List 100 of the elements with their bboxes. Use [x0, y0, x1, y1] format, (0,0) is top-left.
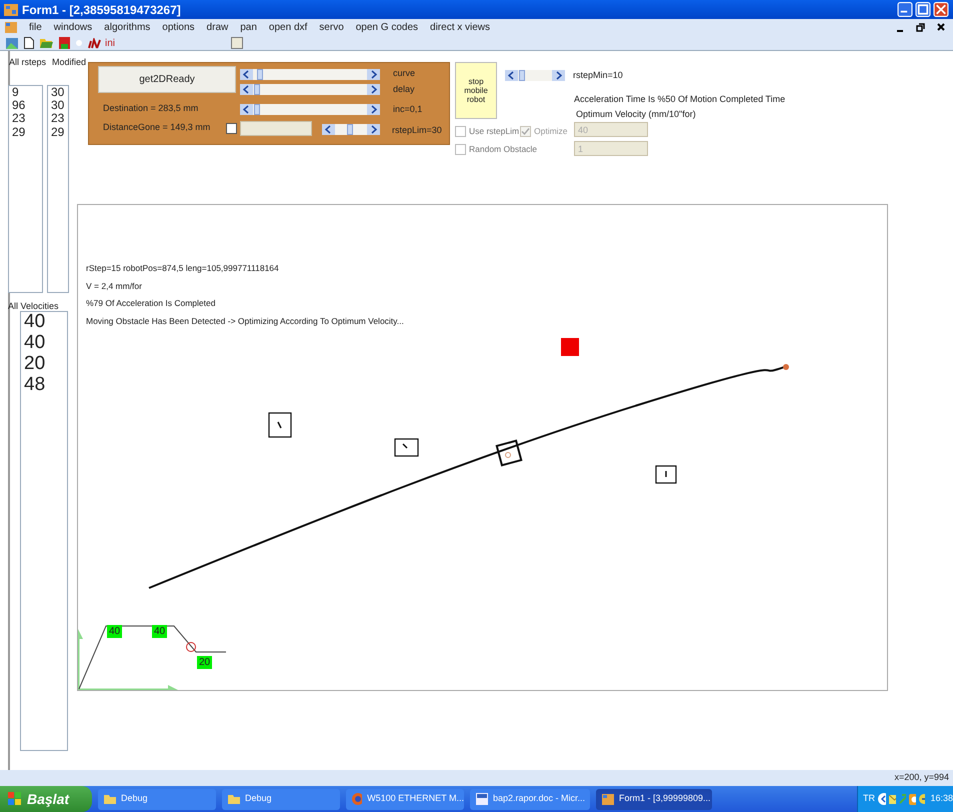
list-item[interactable]: 96	[12, 99, 42, 112]
list-item[interactable]: 23	[12, 112, 42, 126]
app-icon	[602, 794, 614, 804]
slider-label: curve	[393, 67, 416, 80]
list-item[interactable]: 9	[12, 86, 42, 100]
checkbox-label: Optimize	[534, 125, 568, 138]
list-item[interactable]: 48	[24, 374, 67, 396]
new-file-icon[interactable]	[24, 37, 34, 49]
maximize-button[interactable]	[915, 2, 931, 17]
list-label: All rsteps	[9, 56, 46, 69]
scrollbar[interactable]	[240, 84, 380, 95]
mail-icon[interactable]	[888, 794, 896, 804]
slider-label: inc=0,1	[393, 103, 422, 116]
list-item[interactable]: 29	[51, 126, 68, 139]
logo-icon[interactable]	[88, 38, 102, 48]
get-2d-ready-button[interactable]: get2DReady	[98, 66, 236, 93]
menu-item[interactable]: windows	[48, 20, 98, 35]
menu-item[interactable]: open G codes	[350, 20, 424, 35]
browser-icon	[352, 793, 362, 805]
taskbar-button[interactable]: Debug	[98, 788, 216, 810]
y-axis-arrow	[78, 629, 83, 690]
goal-point-icon	[783, 364, 789, 370]
menu-item[interactable]: servo	[313, 20, 350, 35]
checkbox[interactable]	[226, 123, 237, 134]
status-text: rStep=15 robotPos=874,5 leng=105,999771118164	[86, 262, 279, 275]
list-item[interactable]: 30	[51, 99, 68, 112]
velocity-label: Optimum Velocity (mm/10"for)	[576, 108, 696, 121]
status-text: Moving Obstacle Has Been Detected -> Optimizing According To Optimum Velocity...	[86, 314, 404, 328]
scroll-thumb[interactable]	[254, 104, 260, 115]
folder-icon[interactable]	[40, 38, 53, 48]
taskbar-button[interactable]: W5100 ETHERNET M...	[346, 788, 464, 810]
clock-text: 16:38	[930, 792, 953, 806]
menu-item[interactable]: options	[156, 20, 201, 35]
restore-icon[interactable]	[916, 22, 925, 32]
list-box[interactable]: 9 96 23 29	[8, 85, 43, 293]
close-button[interactable]	[933, 2, 949, 17]
menu-item[interactable]: file	[23, 20, 48, 35]
close-icon[interactable]	[937, 22, 945, 30]
windows-logo-icon	[8, 792, 22, 806]
obstacle-drawing	[394, 438, 419, 457]
marker-icon	[186, 642, 196, 652]
checkbox[interactable]	[455, 144, 466, 155]
tray-icon[interactable]	[908, 794, 916, 804]
menu-item[interactable]: open dxf	[262, 20, 314, 35]
velocity-label: 40	[152, 625, 168, 638]
dot-icon[interactable]	[76, 40, 82, 46]
checkbox[interactable]	[455, 126, 466, 137]
app-icon	[4, 4, 18, 16]
list-item[interactable]: 23	[51, 112, 68, 126]
list-item[interactable]: 29	[12, 126, 42, 139]
checkbox-label: Random Obstacle	[469, 143, 538, 156]
ini-button[interactable]: ini	[105, 36, 116, 50]
list-box[interactable]: 30 30 23 29	[47, 85, 69, 293]
minimize-button[interactable]	[897, 2, 913, 17]
scroll-thumb[interactable]	[257, 69, 264, 80]
velocity-label: 20	[197, 656, 212, 669]
stop-button[interactable]: stop mobile robot	[455, 62, 497, 119]
distance-gone-label: DistanceGone = 149,3 mm	[103, 121, 210, 134]
list-label: Modified	[52, 56, 86, 69]
window-title: Form1 - [2,38595819473267]	[22, 2, 181, 18]
image-icon[interactable]	[6, 38, 18, 48]
tray-icon[interactable]	[918, 794, 926, 804]
scrollbar[interactable]	[240, 104, 380, 115]
slider-label: delay	[393, 83, 415, 96]
text-field[interactable]	[240, 121, 312, 136]
slider-label: rstepMin=10	[573, 69, 623, 82]
taskbar-button[interactable]: Debug	[222, 788, 340, 810]
checkbox-label: Use rstepLim	[469, 125, 520, 138]
acceleration-note: Acceleration Time Is %50 Of Motion Completed Time	[574, 93, 786, 106]
obstacle-drawing	[561, 338, 579, 356]
scroll-thumb[interactable]	[346, 124, 353, 135]
list-item[interactable]: 40	[24, 332, 67, 354]
scrollbar[interactable]	[505, 70, 565, 81]
destination-label: Destination = 283,5 mm	[103, 102, 198, 115]
menu-item[interactable]: algorithms	[98, 20, 156, 35]
expand-icon[interactable]	[878, 793, 886, 805]
scrollbar[interactable]	[240, 69, 380, 80]
scrollbar[interactable]	[322, 124, 380, 135]
status-text: V = 2,4 mm/for	[86, 280, 142, 292]
scroll-thumb[interactable]	[519, 70, 526, 81]
start-button[interactable]: Başlat	[0, 786, 92, 812]
menu-item[interactable]: direct x views	[424, 20, 496, 35]
list-label: All Velocities	[8, 300, 59, 313]
velocity-label: 40	[107, 625, 122, 638]
list-item[interactable]: 40	[24, 312, 67, 333]
taskbar-button[interactable]: Form1 - [3,99999809...	[596, 788, 712, 810]
folder-icon	[228, 794, 240, 804]
list-item[interactable]: 30	[51, 86, 68, 100]
document-icon	[476, 793, 488, 805]
menu-item[interactable]: draw	[200, 20, 234, 35]
list-box[interactable]: 40 40 20 48	[20, 311, 68, 751]
toolbar-checkbox[interactable]	[231, 37, 244, 49]
list-item[interactable]: 20	[24, 354, 67, 375]
taskbar-button[interactable]: bap2.rapor.doc - Micr...	[470, 788, 590, 810]
folder-icon	[104, 794, 116, 804]
robot-drawing	[496, 440, 522, 466]
obstacle-drawing	[655, 465, 677, 484]
scroll-thumb[interactable]	[254, 84, 260, 95]
status-text: %79 Of Acceleration Is Completed	[86, 297, 216, 310]
menu-item[interactable]: pan	[234, 20, 263, 35]
